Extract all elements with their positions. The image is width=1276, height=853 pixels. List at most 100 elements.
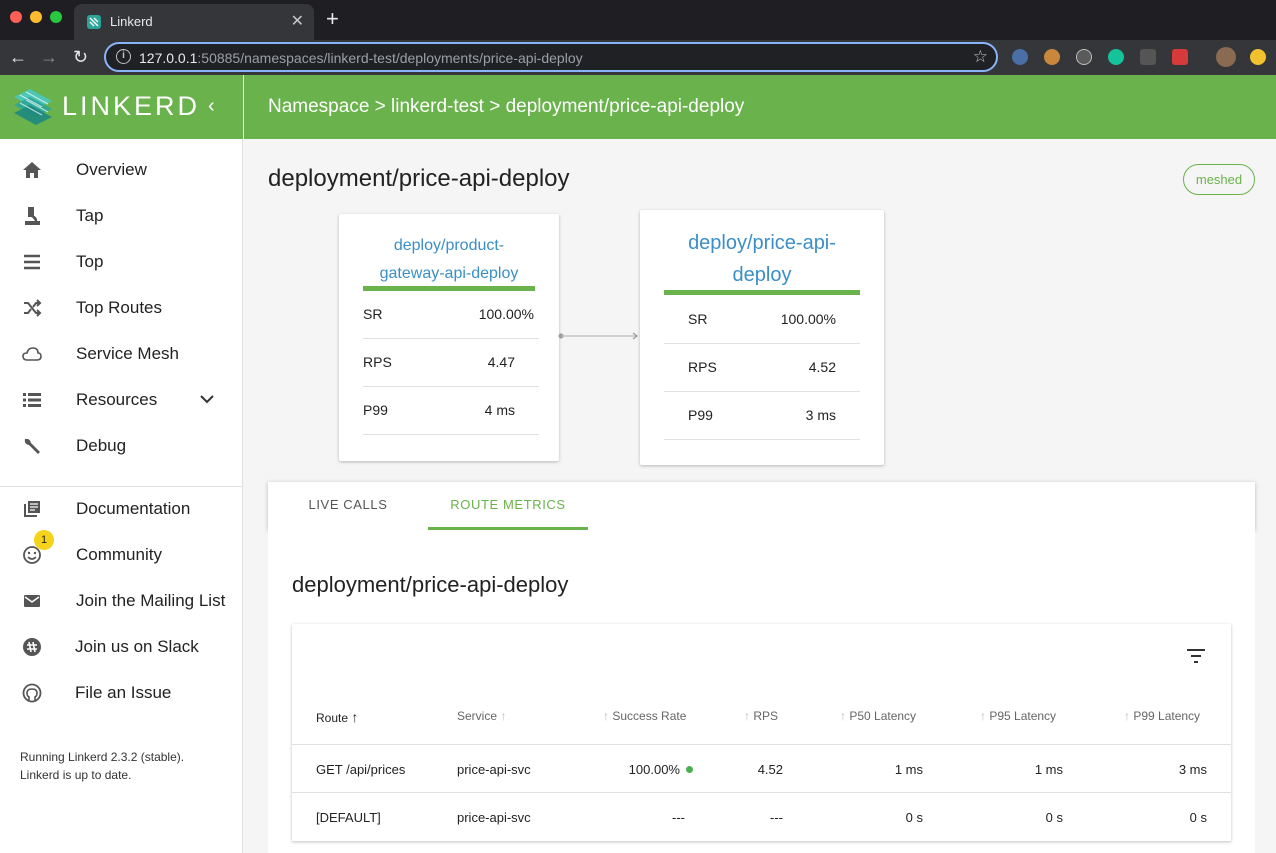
- sidebar-divider: [0, 486, 243, 487]
- metric-value: 4.52: [808, 359, 836, 375]
- rps-cell: ---: [770, 810, 783, 825]
- github-icon: [22, 683, 42, 703]
- sort-arrow-icon: ↑: [603, 709, 609, 723]
- sidebar-item-service-mesh[interactable]: Service Mesh: [0, 334, 243, 374]
- sidebar-item-top[interactable]: Top: [0, 242, 243, 282]
- chevron-down-icon[interactable]: [198, 390, 216, 408]
- mail-icon: [24, 595, 40, 607]
- sidebar: LINKERD ‹ Overview Tap Top Top Routes Se…: [0, 75, 243, 853]
- sidebar-link-label: Join us on Slack: [75, 637, 199, 656]
- sidebar-item-label: Service Mesh: [76, 344, 179, 363]
- sidebar-item-overview[interactable]: Overview: [0, 150, 243, 190]
- sidebar-link-file-issue[interactable]: File an Issue: [0, 673, 243, 713]
- sort-arrow-icon: ↑: [351, 709, 359, 725]
- close-tab-icon[interactable]: ✕: [291, 11, 304, 31]
- status-dot-icon: [686, 766, 693, 773]
- column-header-service[interactable]: Service ↑: [457, 709, 506, 723]
- notification-badge: 1: [34, 530, 54, 550]
- route-cell: GET /api/prices: [316, 762, 406, 777]
- sidebar-item-resources[interactable]: Resources: [0, 380, 243, 420]
- sort-arrow-icon: ↑: [840, 709, 846, 723]
- tab-live-calls[interactable]: LIVE CALLS: [288, 482, 408, 530]
- tab-bar: LIVE CALLS ROUTE METRICS: [268, 482, 1255, 530]
- browser-tab-bar: Linkerd ✕ +: [0, 0, 1276, 40]
- back-icon[interactable]: ←: [9, 46, 27, 68]
- home-icon: [23, 162, 41, 178]
- metric-row-rps: RPS 4.52: [664, 344, 860, 392]
- metric-row-rps: RPS 4.47: [363, 339, 539, 387]
- success-rate-cell: ---: [672, 810, 685, 825]
- section-title: deployment/price-api-deploy: [292, 572, 569, 597]
- url-path: :50885/namespaces/linkerd-test/deploymen…: [197, 50, 583, 66]
- extension-icon[interactable]: [1250, 49, 1266, 65]
- bookmark-star-icon[interactable]: ☆: [973, 47, 988, 67]
- sidebar-item-top-routes[interactable]: Top Routes: [0, 288, 243, 328]
- microscope-icon: [25, 207, 40, 225]
- collapse-sidebar-icon[interactable]: ‹: [208, 95, 215, 118]
- extension-icon[interactable]: [1172, 49, 1188, 65]
- list-icon: [23, 393, 41, 407]
- metric-row-sr: SR 100.00%: [664, 296, 860, 344]
- info-icon[interactable]: i: [116, 49, 131, 64]
- header-divider: [292, 744, 1231, 745]
- extension-icon[interactable]: [1012, 49, 1028, 65]
- sidebar-link-community[interactable]: 1 Community: [0, 530, 243, 575]
- routes-table: Route ↑ Service ↑ ↑ Success Rate ↑ RPS ↑…: [292, 624, 1231, 841]
- filter-icon[interactable]: [1185, 646, 1207, 666]
- column-label: P50 Latency: [849, 709, 917, 723]
- version-info: Running Linkerd 2.3.2 (stable). Linkerd …: [20, 748, 230, 784]
- library-icon: [24, 501, 40, 517]
- sort-arrow-icon: ↑: [1124, 709, 1130, 723]
- metric-value: 3 ms: [805, 407, 836, 423]
- profile-avatar[interactable]: [1216, 47, 1236, 67]
- column-label: P95 Latency: [989, 709, 1057, 723]
- cloud-icon: [22, 347, 42, 361]
- sidebar-item-debug[interactable]: Debug: [0, 426, 243, 466]
- tab-route-metrics[interactable]: ROUTE METRICS: [428, 482, 588, 530]
- target-node-title[interactable]: deploy/price-api- deploy: [640, 227, 884, 291]
- url-host: 127.0.0.1: [139, 50, 198, 66]
- sidebar-item-label: Top: [76, 252, 104, 271]
- metric-name: RPS: [688, 359, 717, 375]
- edge-connector: [558, 332, 638, 340]
- p50-cell: 0 s: [905, 810, 923, 825]
- cookie-extension-icon[interactable]: [1044, 49, 1060, 65]
- browser-tab[interactable]: Linkerd ✕: [74, 4, 314, 40]
- column-header-p95[interactable]: ↑ P95 Latency: [980, 709, 1056, 723]
- column-label: P99 Latency: [1133, 709, 1201, 723]
- reload-icon[interactable]: ↻: [73, 46, 88, 68]
- extension-icon[interactable]: [1140, 49, 1156, 65]
- sidebar-link-mailing-list[interactable]: Join the Mailing List: [0, 581, 243, 621]
- target-node-card: deploy/price-api- deploy SR 100.00% RPS …: [640, 210, 884, 465]
- column-header-p99[interactable]: ↑ P99 Latency: [1124, 709, 1200, 723]
- sidebar-item-label: Top Routes: [76, 298, 162, 317]
- metric-name: RPS: [363, 354, 392, 370]
- pocket-extension-icon[interactable]: [1076, 49, 1092, 65]
- minimize-window-button[interactable]: [30, 11, 42, 23]
- column-header-success-rate[interactable]: ↑ Success Rate: [603, 709, 686, 723]
- p99-cell: 0 s: [1189, 810, 1207, 825]
- breadcrumb[interactable]: Namespace > linkerd-test > deployment/pr…: [268, 96, 744, 118]
- metric-name: SR: [688, 311, 708, 327]
- sidebar-item-tap[interactable]: Tap: [0, 196, 243, 236]
- metric-name: SR: [363, 306, 383, 322]
- source-node-title[interactable]: deploy/product- gateway-api-deploy: [339, 232, 559, 288]
- grammarly-extension-icon[interactable]: [1108, 49, 1124, 65]
- maximize-window-button[interactable]: [50, 11, 62, 23]
- column-header-rps[interactable]: ↑ RPS: [744, 709, 778, 723]
- sort-arrow-icon: ↑: [980, 709, 986, 723]
- column-label: RPS: [753, 709, 779, 723]
- address-bar[interactable]: i 127.0.0.1:50885/namespaces/linkerd-tes…: [104, 42, 998, 72]
- column-header-p50[interactable]: ↑ P50 Latency: [840, 709, 916, 723]
- forward-icon[interactable]: →: [40, 46, 58, 68]
- sort-arrow-icon: ↑: [744, 709, 750, 723]
- column-header-route[interactable]: Route ↑: [316, 709, 358, 725]
- close-window-button[interactable]: [10, 11, 22, 23]
- service-cell: price-api-svc: [457, 810, 531, 825]
- new-tab-icon[interactable]: +: [326, 7, 339, 31]
- service-cell: price-api-svc: [457, 762, 531, 777]
- sidebar-link-documentation[interactable]: Documentation: [0, 489, 243, 529]
- row-divider: [292, 792, 1231, 793]
- p50-cell: 1 ms: [894, 762, 923, 777]
- sidebar-link-slack[interactable]: Join us on Slack: [0, 627, 243, 667]
